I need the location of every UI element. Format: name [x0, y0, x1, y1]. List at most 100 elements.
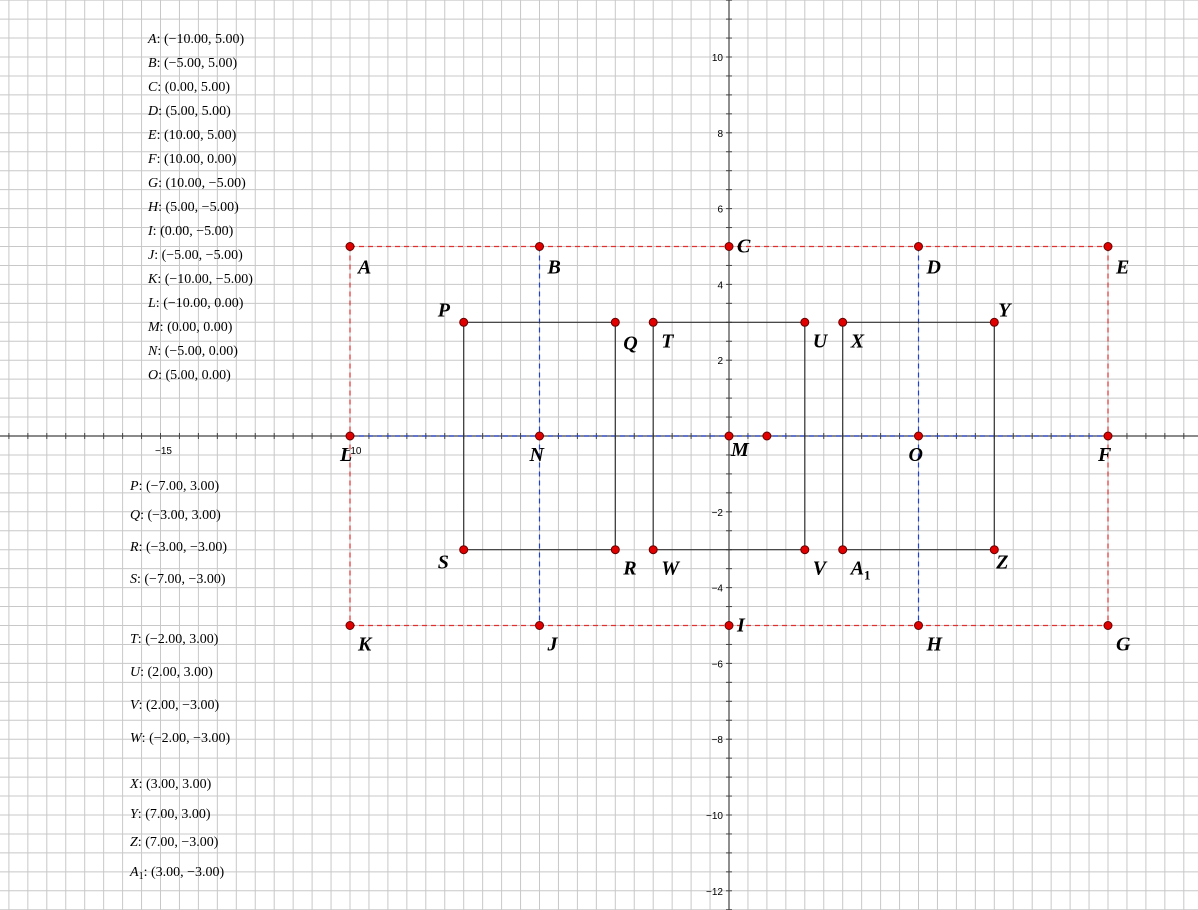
coordinate-row-M: M: (0.00, 0.00)	[148, 320, 233, 335]
coordinate-value: (−3.00, −3.00)	[145, 540, 228, 555]
coordinate-row-J: J: (−5.00, −5.00)	[148, 248, 243, 263]
coordinate-row-X: X: (3.00, 3.00)	[130, 777, 212, 792]
point-unnamed[interactable]	[762, 431, 772, 441]
point-label-text: A	[356, 257, 371, 279]
coordinate-value: (−3.00, 3.00)	[147, 508, 221, 523]
coordinate-row-A: A: (−10.00, 5.00)	[148, 32, 245, 47]
coordinate-row-V: V: (2.00, −3.00)	[130, 698, 220, 713]
coordinate-name: S	[130, 572, 137, 587]
point-U[interactable]	[800, 317, 810, 327]
coordinate-value: (−2.00, −3.00)	[149, 731, 231, 746]
coordinate-row-P: P: (−7.00, 3.00)	[130, 479, 220, 494]
point-label-D: D	[926, 257, 941, 279]
point-D[interactable]	[914, 242, 923, 251]
coordinate-value: (0.00, 5.00)	[164, 80, 231, 95]
coordinate-row-Q: Q: (−3.00, 3.00)	[130, 508, 221, 523]
coordinate-value: (7.00, 3.00)	[145, 807, 211, 822]
coordinate-name: C	[148, 80, 158, 95]
coordinate-value: (3.00, 3.00)	[145, 777, 212, 792]
point-A[interactable]	[345, 242, 355, 251]
point-label-G: G	[1116, 634, 1131, 656]
coordinate-row-N: N: (−5.00, 0.00)	[148, 344, 238, 359]
point-H[interactable]	[914, 621, 923, 630]
point-E[interactable]	[1103, 242, 1113, 251]
point-label-text: F	[1097, 444, 1112, 466]
y-tick-label: 4	[717, 280, 723, 291]
point-V[interactable]	[800, 545, 810, 555]
point-label-text: B	[547, 257, 561, 279]
point-C[interactable]	[724, 242, 734, 251]
point-label-H: H	[926, 634, 944, 656]
coordinate-value: (−7.00, −3.00)	[144, 572, 226, 587]
point-label-T: T	[661, 330, 674, 352]
point-label-F: F	[1097, 444, 1112, 466]
coordinate-row-I: I: (0.00, −5.00)	[148, 224, 234, 239]
y-tick-label: −4	[712, 584, 724, 595]
coordinate-row-T: T: (−2.00, 3.00)	[130, 632, 219, 647]
point-I[interactable]	[724, 621, 734, 630]
point-label-L: L	[339, 444, 352, 466]
y-tick-label: 10	[712, 53, 724, 64]
coordinate-row-U: U: (2.00, 3.00)	[130, 665, 213, 680]
coordinate-value: (−2.00, 3.00)	[145, 632, 219, 647]
point-label-text: H	[926, 634, 944, 656]
point-label-A1: A1	[849, 558, 871, 583]
point-label-J: J	[547, 634, 559, 656]
point-label-text: Z	[995, 552, 1008, 574]
point-T[interactable]	[648, 317, 658, 327]
point-label-Q: Q	[623, 332, 637, 354]
y-tick-label: −8	[712, 735, 724, 746]
point-G[interactable]	[1103, 621, 1113, 630]
coordinate-name: U	[130, 665, 141, 680]
point-K[interactable]	[345, 621, 355, 630]
point-label-text: Y	[998, 299, 1012, 321]
point-label-text: P	[437, 299, 451, 321]
point-N[interactable]	[535, 431, 544, 441]
coordinate-name: V	[130, 698, 139, 713]
coordinate-row-C: C: (0.00, 5.00)	[148, 80, 231, 95]
point-label-B: B	[547, 257, 561, 279]
point-label-I: I	[736, 615, 746, 637]
point-L[interactable]	[345, 431, 355, 441]
coordinate-row-G: G: (10.00, −5.00)	[148, 176, 246, 191]
point-label-text: C	[737, 236, 751, 258]
point-label-text: M	[730, 439, 750, 461]
point-R[interactable]	[610, 545, 620, 555]
coordinate-value: (2.00, 3.00)	[147, 665, 213, 680]
coordinate-name: A	[130, 865, 139, 880]
point-label-K: K	[357, 634, 373, 656]
point-label-subscript: 1	[864, 568, 871, 583]
point-label-C: C	[737, 236, 751, 258]
coordinate-name: A	[148, 32, 157, 47]
point-W[interactable]	[648, 545, 658, 555]
point-J[interactable]	[535, 621, 544, 630]
coordinate-row-D: D: (5.00, 5.00)	[148, 104, 231, 119]
coordinate-value: (−5.00, −5.00)	[161, 248, 243, 263]
point-label-M: M	[730, 439, 750, 461]
coordinate-row-A1: A1: (3.00, −3.00)	[130, 865, 225, 882]
coordinate-name: Y	[130, 807, 138, 822]
point-B[interactable]	[535, 242, 544, 251]
point-P[interactable]	[459, 317, 469, 327]
point-label-R: R	[622, 558, 636, 580]
point-O[interactable]	[914, 431, 923, 441]
point-label-P: P	[437, 299, 451, 321]
coordinate-row-K: K: (−10.00, −5.00)	[148, 272, 253, 287]
point-F[interactable]	[1103, 431, 1113, 441]
point-X[interactable]	[838, 317, 848, 327]
coordinate-value: (−5.00, 0.00)	[164, 344, 238, 359]
point-label-text: N	[529, 444, 546, 466]
point-Y[interactable]	[989, 317, 999, 327]
y-tick-label: −6	[712, 659, 724, 670]
coordinate-name: T	[130, 632, 138, 647]
x-tick-label: −15	[155, 446, 172, 457]
point-S[interactable]	[459, 545, 469, 555]
point-label-text: V	[813, 558, 828, 580]
coordinate-name: B	[148, 56, 157, 71]
point-Q[interactable]	[610, 317, 620, 327]
point-label-text: J	[547, 634, 559, 656]
point-A1[interactable]	[838, 545, 848, 555]
y-tick-label: −2	[712, 508, 724, 519]
point-label-text: X	[850, 330, 865, 352]
point-label-text: W	[661, 558, 680, 580]
